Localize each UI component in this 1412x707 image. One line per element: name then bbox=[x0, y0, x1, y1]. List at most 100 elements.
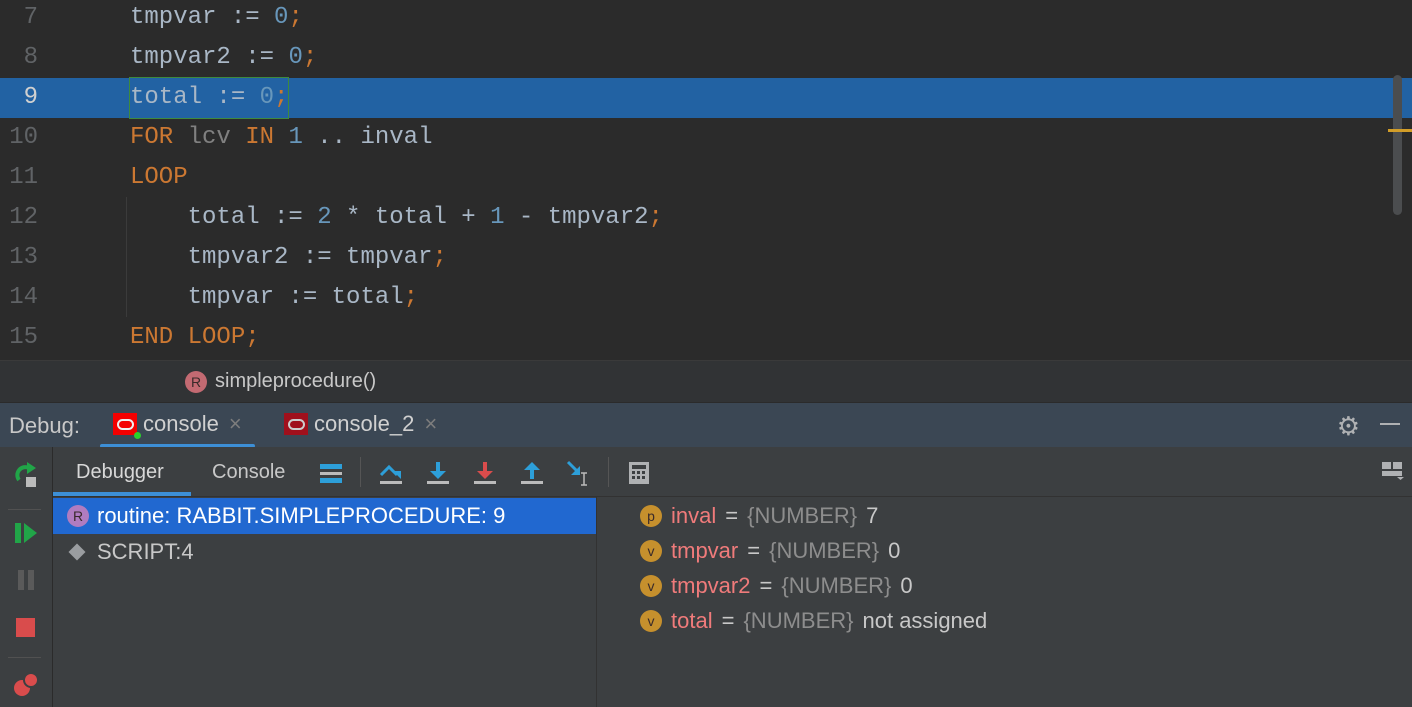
code-text: END LOOP; bbox=[130, 318, 260, 358]
variable-item[interactable]: pinval={NUMBER}7 bbox=[640, 498, 878, 533]
code-token: tmpvar2 := bbox=[130, 44, 288, 71]
code-token: IN bbox=[231, 124, 289, 151]
rerun-icon[interactable] bbox=[12, 460, 40, 488]
variable-value: 7 bbox=[866, 503, 878, 529]
divider bbox=[608, 457, 609, 487]
minimize-icon[interactable] bbox=[1380, 423, 1400, 425]
line-number[interactable]: 15 bbox=[0, 318, 38, 358]
line-number[interactable]: 7 bbox=[0, 0, 38, 38]
editor-scrollbar[interactable] bbox=[1393, 75, 1402, 215]
variable-type: {NUMBER} bbox=[747, 503, 857, 529]
active-tab-indicator bbox=[53, 492, 191, 496]
code-line[interactable]: 10FOR lcv IN 1 .. inval bbox=[0, 118, 1412, 158]
code-token: total := bbox=[130, 204, 317, 231]
frame-item[interactable]: SCRIPT:4 bbox=[53, 534, 596, 570]
variable-item[interactable]: vtotal={NUMBER}not assigned bbox=[640, 603, 987, 638]
frame-label: routine: RABBIT.SIMPLEPROCEDURE: 9 bbox=[97, 503, 505, 529]
variable-value: not assigned bbox=[863, 608, 988, 634]
variable-type: {NUMBER} bbox=[781, 573, 891, 599]
code-text: tmpvar := 0; bbox=[130, 0, 303, 38]
breadcrumb: R simpleprocedure() bbox=[0, 360, 1412, 402]
tab-console[interactable]: console × bbox=[113, 411, 242, 448]
resume-icon[interactable] bbox=[12, 519, 40, 547]
close-icon[interactable]: × bbox=[229, 411, 242, 437]
divider bbox=[360, 457, 361, 487]
variable-name: total bbox=[671, 608, 713, 634]
variable-item[interactable]: vtmpvar2={NUMBER}0 bbox=[640, 568, 913, 603]
equals-sign: = bbox=[747, 538, 760, 564]
frames-list: R routine: RABBIT.SIMPLEPROCEDURE: 9 SCR… bbox=[53, 497, 597, 707]
code-line[interactable]: 9 total := 0; bbox=[0, 78, 1412, 118]
line-number[interactable]: 13 bbox=[0, 238, 38, 278]
code-token: ; bbox=[274, 84, 288, 111]
code-line[interactable]: 13 tmpvar2 := tmpvar; bbox=[0, 238, 1412, 278]
variable-item[interactable]: vtmpvar={NUMBER}0 bbox=[640, 533, 900, 568]
parameter-icon: p bbox=[640, 505, 662, 527]
code-token: - tmpvar2 bbox=[504, 204, 648, 231]
warning-marker[interactable] bbox=[1388, 129, 1412, 132]
tab-console[interactable]: Console bbox=[212, 461, 285, 484]
layout-settings-icon[interactable] bbox=[1382, 462, 1404, 480]
code-token: ; bbox=[303, 44, 317, 71]
equals-sign: = bbox=[722, 608, 735, 634]
code-token: ; bbox=[649, 204, 663, 231]
code-token: 0 bbox=[260, 84, 274, 111]
code-line[interactable]: 11 LOOP bbox=[0, 158, 1412, 198]
show-execution-point-icon[interactable] bbox=[317, 459, 345, 487]
code-text: total := 2 * total + 1 - tmpvar2; bbox=[130, 198, 663, 238]
code-text: LOOP bbox=[130, 158, 188, 198]
force-step-into-icon[interactable] bbox=[471, 459, 499, 487]
gear-icon[interactable]: ⚙ bbox=[1337, 411, 1360, 442]
code-token: 2 bbox=[317, 204, 331, 231]
line-number[interactable]: 14 bbox=[0, 278, 38, 318]
code-token: END LOOP; bbox=[130, 324, 260, 351]
tab-debugger[interactable]: Debugger bbox=[76, 461, 164, 484]
step-out-icon[interactable] bbox=[518, 459, 546, 487]
close-icon[interactable]: × bbox=[424, 411, 437, 437]
divider bbox=[8, 509, 41, 510]
code-text: total := 0; bbox=[130, 78, 288, 118]
variable-name: tmpvar bbox=[671, 538, 738, 564]
debugger-panel: Debugger Console R routine: RABBIT.SIMPL… bbox=[53, 447, 1412, 707]
evaluate-expression-icon[interactable] bbox=[625, 459, 653, 487]
variable-type: {NUMBER} bbox=[769, 538, 879, 564]
oracle-icon bbox=[284, 413, 308, 435]
equals-sign: = bbox=[759, 573, 772, 599]
variable-value: 0 bbox=[900, 573, 912, 599]
line-number[interactable]: 10 bbox=[0, 118, 38, 158]
breadcrumb-item[interactable]: simpleprocedure() bbox=[215, 370, 376, 393]
code-line[interactable]: 15 END LOOP; bbox=[0, 318, 1412, 358]
variable-type: {NUMBER} bbox=[743, 608, 853, 634]
code-token: tmpvar := bbox=[130, 4, 274, 31]
stop-icon[interactable] bbox=[12, 614, 40, 642]
code-token: ; bbox=[432, 244, 446, 271]
oracle-icon bbox=[113, 413, 137, 435]
code-line[interactable]: 14 tmpvar := total; bbox=[0, 278, 1412, 318]
line-number[interactable]: 11 bbox=[0, 158, 38, 198]
frame-item[interactable]: R routine: RABBIT.SIMPLEPROCEDURE: 9 bbox=[53, 498, 596, 534]
code-line[interactable]: 7 tmpvar := 0; bbox=[0, 0, 1412, 38]
code-token: .. inval bbox=[303, 124, 433, 151]
tab-label: console_2 bbox=[314, 411, 414, 437]
code-editor[interactable]: 7tmpvar := 0;8tmpvar2 := 0;9total := 0;1… bbox=[0, 0, 1412, 360]
code-token: tmpvar := total bbox=[130, 284, 404, 311]
code-text: tmpvar2 := tmpvar; bbox=[130, 238, 447, 278]
code-token: tmpvar2 := tmpvar bbox=[130, 244, 432, 271]
step-over-icon[interactable] bbox=[377, 459, 405, 487]
code-line[interactable]: 12 total := 2 * total + 1 - tmpvar2; bbox=[0, 198, 1412, 238]
pause-icon[interactable] bbox=[12, 566, 40, 594]
code-token: * total + bbox=[332, 204, 490, 231]
debugger-toolbar: Debugger Console bbox=[53, 447, 1412, 497]
line-number[interactable]: 12 bbox=[0, 198, 38, 238]
step-into-icon[interactable] bbox=[424, 459, 452, 487]
breakpoints-icon[interactable] bbox=[12, 671, 40, 699]
code-token: 1 bbox=[490, 204, 504, 231]
tab-console-2[interactable]: console_2 × bbox=[284, 411, 437, 448]
code-line[interactable]: 8tmpvar2 := 0; bbox=[0, 38, 1412, 78]
variable-name: tmpvar2 bbox=[671, 573, 750, 599]
code-token: ; bbox=[404, 284, 418, 311]
run-to-cursor-icon[interactable] bbox=[565, 459, 593, 487]
debug-actions-bar bbox=[0, 447, 53, 707]
line-number[interactable]: 8 bbox=[0, 38, 38, 78]
line-number[interactable]: 9 bbox=[0, 78, 38, 118]
